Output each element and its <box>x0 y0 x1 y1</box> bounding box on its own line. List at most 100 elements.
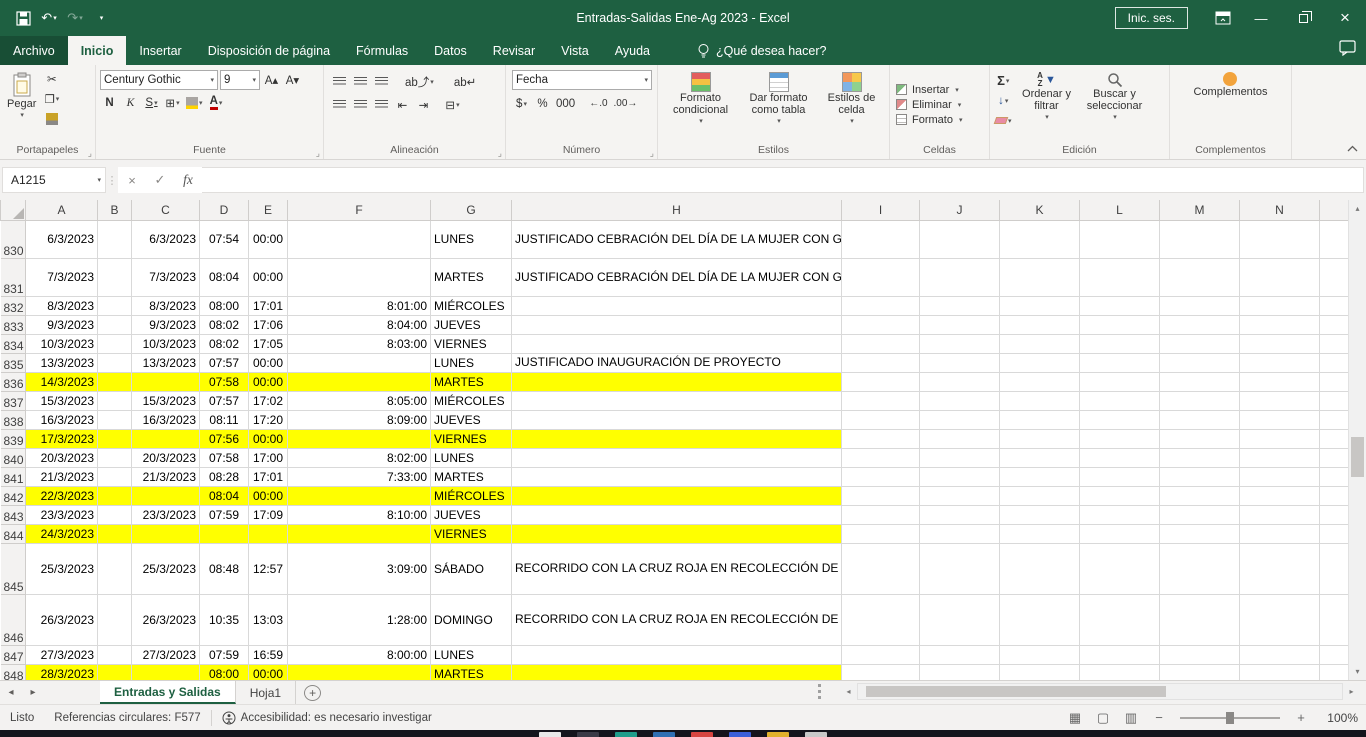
cell-f847[interactable]: 8:00:00 <box>288 645 431 664</box>
cell-n841[interactable] <box>1240 467 1320 486</box>
cell-partial-848[interactable] <box>1320 664 1349 680</box>
cell-e844[interactable] <box>249 524 288 543</box>
insert-function-icon[interactable]: fx <box>174 167 202 193</box>
paste-button[interactable]: Pegar ▾ <box>2 67 41 142</box>
cell-d844[interactable] <box>200 524 249 543</box>
cell-n834[interactable] <box>1240 334 1320 353</box>
cell-a836[interactable]: 14/3/2023 <box>26 372 98 391</box>
increase-decimal-icon[interactable]: ←.0 <box>587 94 609 113</box>
cell-b834[interactable] <box>98 334 132 353</box>
cell-c831[interactable]: 7/3/2023 <box>132 258 200 296</box>
comma-format-icon[interactable]: 000 <box>554 94 577 113</box>
cell-g847[interactable]: LUNES <box>431 645 512 664</box>
cell-g845[interactable]: SÁBADO <box>431 543 512 594</box>
cell-h832[interactable] <box>512 296 842 315</box>
horizontal-scroll-thumb[interactable] <box>866 686 1166 697</box>
cell-a843[interactable]: 23/3/2023 <box>26 505 98 524</box>
cell-k848[interactable] <box>1000 664 1080 680</box>
col-header-e[interactable]: E <box>249 200 288 220</box>
cell-n830[interactable] <box>1240 220 1320 258</box>
cell-e847[interactable]: 16:59 <box>249 645 288 664</box>
row-header-844[interactable]: 844 <box>1 524 26 543</box>
cell-h842[interactable] <box>512 486 842 505</box>
cell-e839[interactable]: 00:00 <box>249 429 288 448</box>
cell-a847[interactable]: 27/3/2023 <box>26 645 98 664</box>
cell-n832[interactable] <box>1240 296 1320 315</box>
ribbon-tab-f-rmulas[interactable]: Fórmulas <box>343 36 421 65</box>
cell-h837[interactable] <box>512 391 842 410</box>
cell-c838[interactable]: 16/3/2023 <box>132 410 200 429</box>
cell-a834[interactable]: 10/3/2023 <box>26 334 98 353</box>
page-layout-view-icon[interactable]: ▢ <box>1090 707 1116 729</box>
col-header-a[interactable]: A <box>26 200 98 220</box>
ribbon-tab-insertar[interactable]: Insertar <box>126 36 194 65</box>
cut-icon[interactable]: ✂ <box>42 69 61 88</box>
number-dialog-launcher[interactable]: ⌟ <box>650 149 654 157</box>
cell-h838[interactable] <box>512 410 842 429</box>
cell-a835[interactable]: 13/3/2023 <box>26 353 98 372</box>
cell-j843[interactable] <box>920 505 1000 524</box>
cell-l839[interactable] <box>1080 429 1160 448</box>
cell-j834[interactable] <box>920 334 1000 353</box>
cell-h848[interactable] <box>512 664 842 680</box>
cell-h847[interactable] <box>512 645 842 664</box>
row-header-843[interactable]: 843 <box>1 505 26 524</box>
cell-a833[interactable]: 9/3/2023 <box>26 315 98 334</box>
name-box[interactable]: A1215▾ <box>2 167 106 193</box>
cell-d837[interactable]: 07:57 <box>200 391 249 410</box>
cell-n838[interactable] <box>1240 410 1320 429</box>
cell-g836[interactable]: MARTES <box>431 372 512 391</box>
cell-partial-831[interactable] <box>1320 258 1349 296</box>
cell-c836[interactable] <box>132 372 200 391</box>
cell-m835[interactable] <box>1160 353 1240 372</box>
cell-h840[interactable] <box>512 448 842 467</box>
close-button[interactable]: × <box>1324 0 1366 36</box>
cell-b835[interactable] <box>98 353 132 372</box>
cell-d833[interactable]: 08:02 <box>200 315 249 334</box>
cell-j845[interactable] <box>920 543 1000 594</box>
cell-e831[interactable]: 00:00 <box>249 258 288 296</box>
new-sheet-button[interactable]: + <box>304 685 321 701</box>
cell-j842[interactable] <box>920 486 1000 505</box>
cell-h846[interactable]: RECORRIDO CON LA CRUZ ROJA EN RECOLECCIÓ… <box>512 594 842 645</box>
cell-m836[interactable] <box>1160 372 1240 391</box>
cell-f837[interactable]: 8:05:00 <box>288 391 431 410</box>
comments-icon[interactable] <box>1339 40 1356 61</box>
cell-f844[interactable] <box>288 524 431 543</box>
cell-l830[interactable] <box>1080 220 1160 258</box>
col-header-l[interactable]: L <box>1080 200 1160 220</box>
row-header-837[interactable]: 837 <box>1 391 26 410</box>
col-header-g[interactable]: G <box>431 200 512 220</box>
zoom-level[interactable]: 100% <box>1316 711 1358 725</box>
row-header-838[interactable]: 838 <box>1 410 26 429</box>
cell-a846[interactable]: 26/3/2023 <box>26 594 98 645</box>
cell-partial-846[interactable] <box>1320 594 1349 645</box>
cell-k835[interactable] <box>1000 353 1080 372</box>
cell-k832[interactable] <box>1000 296 1080 315</box>
cell-a831[interactable]: 7/3/2023 <box>26 258 98 296</box>
cell-m832[interactable] <box>1160 296 1240 315</box>
cell-d840[interactable]: 07:58 <box>200 448 249 467</box>
cell-j848[interactable] <box>920 664 1000 680</box>
zoom-slider-thumb[interactable] <box>1226 712 1234 724</box>
cell-j840[interactable] <box>920 448 1000 467</box>
cell-partial-845[interactable] <box>1320 543 1349 594</box>
cell-c832[interactable]: 8/3/2023 <box>132 296 200 315</box>
cell-g834[interactable]: VIERNES <box>431 334 512 353</box>
cell-i841[interactable] <box>842 467 920 486</box>
delete-cells-button[interactable]: Eliminar▾ <box>892 97 987 112</box>
cell-b839[interactable] <box>98 429 132 448</box>
cell-f839[interactable] <box>288 429 431 448</box>
cell-k841[interactable] <box>1000 467 1080 486</box>
taskbar-icon[interactable] <box>653 732 675 737</box>
cell-a840[interactable]: 20/3/2023 <box>26 448 98 467</box>
cell-e845[interactable]: 12:57 <box>249 543 288 594</box>
cell-m843[interactable] <box>1160 505 1240 524</box>
cell-l837[interactable] <box>1080 391 1160 410</box>
cell-k831[interactable] <box>1000 258 1080 296</box>
vertical-scrollbar[interactable]: ▴ ▾ <box>1348 200 1366 680</box>
cell-b832[interactable] <box>98 296 132 315</box>
cell-h830[interactable]: JUSTIFICADO CEBRACIÓN DEL DÍA DE LA MUJE… <box>512 220 842 258</box>
cell-c833[interactable]: 9/3/2023 <box>132 315 200 334</box>
row-header-834[interactable]: 834 <box>1 334 26 353</box>
